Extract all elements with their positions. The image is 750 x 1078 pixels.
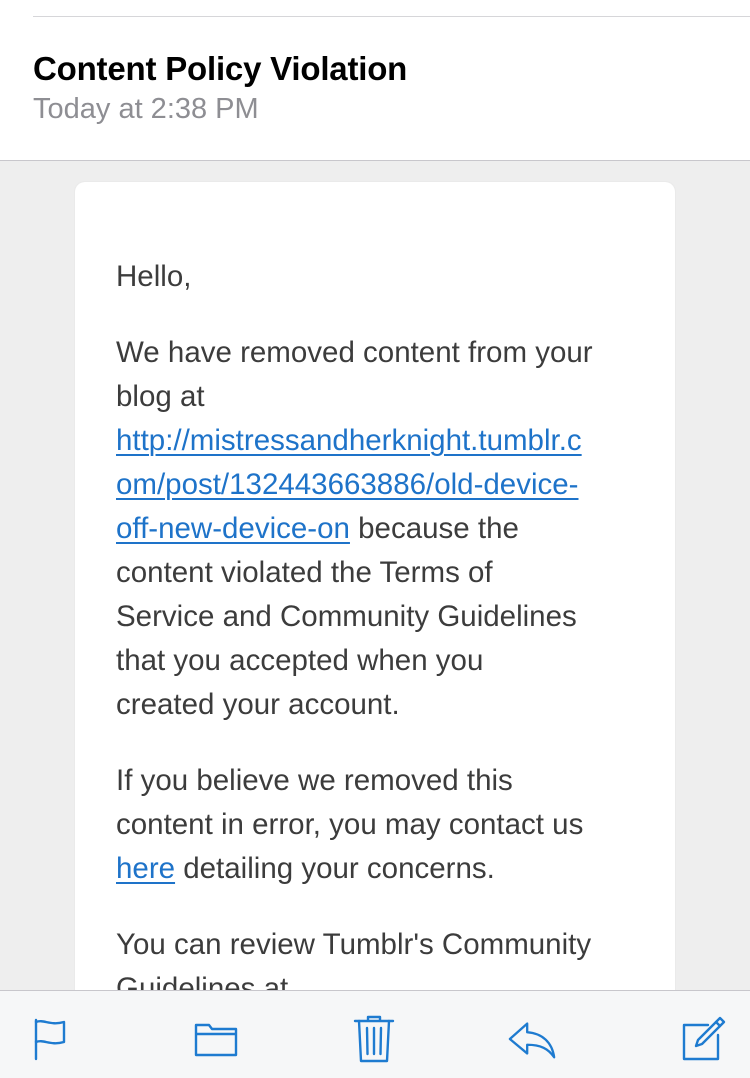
body-text-fragment: detailing your concerns. — [175, 852, 495, 885]
flag-icon — [34, 1018, 66, 1061]
greeting: Hello, — [116, 260, 192, 293]
compose-icon — [682, 1016, 726, 1061]
body-line: We have removed content from your — [116, 336, 593, 369]
reply-icon — [508, 1022, 556, 1059]
delete-button[interactable] — [348, 1013, 400, 1065]
body-line: blog at — [116, 380, 205, 413]
message-card: Hello, We have removed content from your… — [75, 182, 675, 990]
body-line: Service and Community Guidelines — [116, 600, 577, 633]
body-line: content in error, you may contact us — [116, 808, 584, 841]
body-line: Guidelines at — [116, 972, 289, 990]
message-body-area[interactable]: Hello, We have removed content from your… — [0, 161, 750, 990]
message-header: Content Policy Violation Today at 2:38 P… — [0, 17, 750, 161]
trash-icon — [353, 1015, 395, 1063]
body-line: If you believe we removed this — [116, 764, 513, 797]
body-line: that you accepted when you — [116, 644, 484, 677]
message-date: Today at 2:38 PM — [33, 93, 259, 125]
post-link[interactable]: om/post/132443663886/old-device- — [116, 468, 579, 501]
post-link[interactable]: off-new-device-on — [116, 512, 350, 545]
contact-link[interactable]: here — [116, 852, 175, 885]
post-link[interactable]: http://mistressandherknight.tumblr.c — [116, 424, 582, 457]
move-to-folder-button[interactable] — [190, 1013, 242, 1065]
message-subject: Content Policy Violation — [33, 50, 408, 87]
bottom-toolbar — [0, 990, 750, 1078]
body-text-fragment: because the — [349, 512, 519, 545]
body-line: You can review Tumblr's Community — [116, 928, 592, 961]
folder-icon — [194, 1023, 238, 1057]
body-line: content violated the Terms of — [116, 556, 493, 589]
reply-button[interactable] — [506, 1013, 558, 1065]
flag-button[interactable] — [22, 1013, 74, 1065]
body-line: created your account. — [116, 688, 400, 721]
compose-button[interactable] — [676, 1013, 728, 1065]
